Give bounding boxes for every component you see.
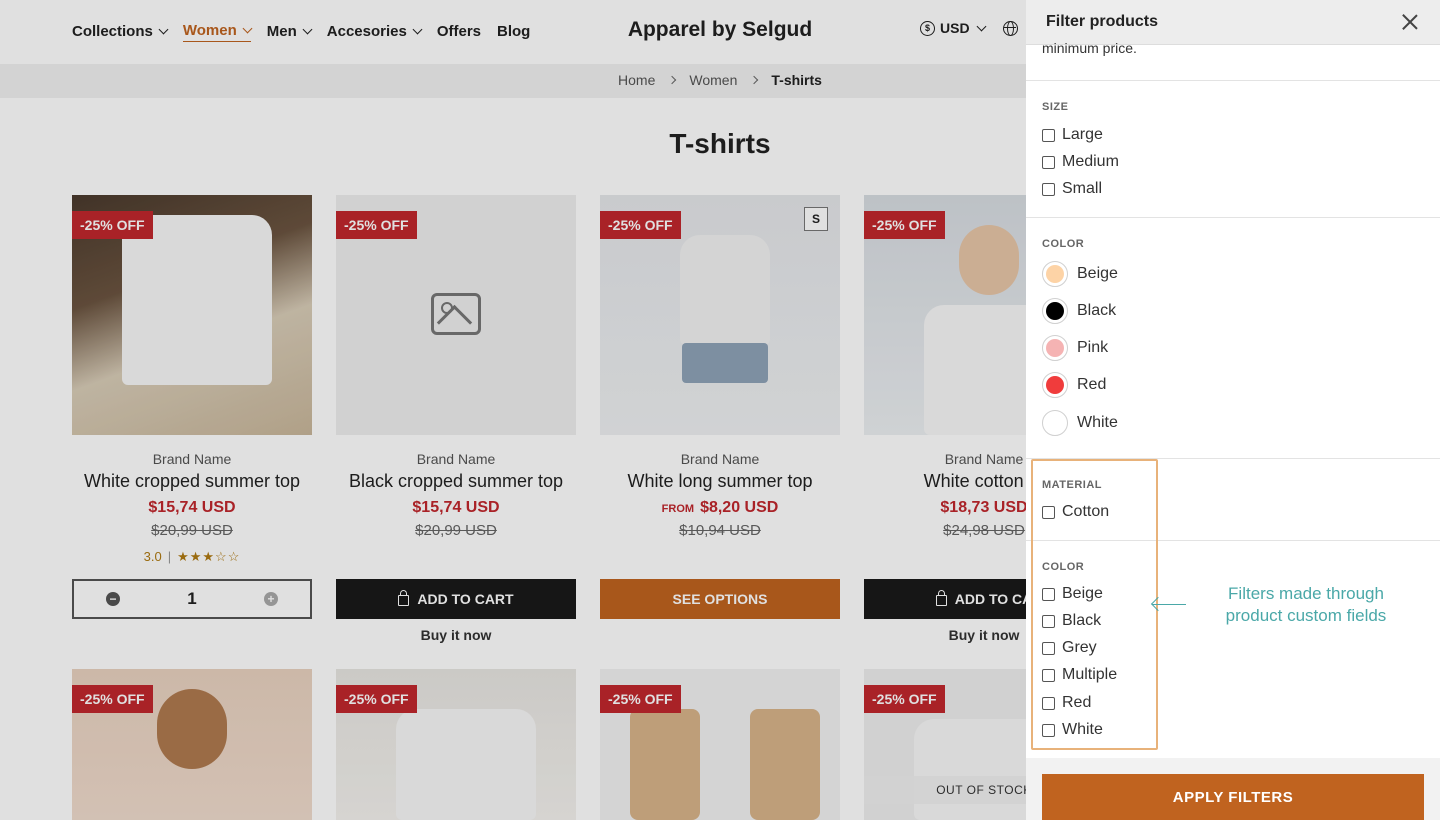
section-title: COLOR [1042,238,1085,250]
annotation-line-1: Filters made through [1228,584,1384,603]
checkbox[interactable] [1042,128,1055,142]
option-label: Large [1062,126,1103,143]
filter-color-red[interactable]: Red [1042,372,1106,398]
section-title: SIZE [1042,101,1069,113]
filter-color-beige[interactable]: Beige [1042,261,1118,287]
filter-color-black[interactable]: Black [1042,298,1116,324]
price-filter-note: minimum price. [1042,40,1137,56]
option-label: Beige [1077,265,1118,282]
close-icon[interactable] [1402,14,1418,30]
swatch-dot [1046,265,1064,283]
option-label: Pink [1077,339,1109,356]
filter-size-small[interactable]: Small [1042,180,1102,198]
drawer-footer: APPLY FILTERS [1026,758,1440,820]
option-label: Medium [1062,153,1119,170]
modal-backdrop[interactable] [0,0,1026,820]
custom-fields-highlight-box [1031,459,1158,750]
drawer-title: Filter products [1046,13,1159,30]
arrow-head [1150,596,1166,612]
arrow-left-icon [1150,596,1186,613]
filter-color-white[interactable]: White [1042,410,1118,436]
color-swatch[interactable] [1042,261,1068,287]
color-swatch-section: COLOR Beige Black Pink Red White [1026,217,1440,458]
filter-color-pink[interactable]: Pink [1042,335,1108,361]
filter-size-large[interactable]: Large [1042,126,1103,144]
swatch-dot [1046,414,1064,432]
checkbox[interactable] [1042,155,1055,169]
size-filter-section: SIZE Large Medium Small [1026,80,1440,217]
option-label: Small [1062,180,1103,197]
option-label: Black [1077,302,1117,319]
color-swatch[interactable] [1042,335,1068,361]
option-label: White [1077,414,1118,431]
swatch-dot [1046,376,1064,394]
annotation-line-2: product custom fields [1225,606,1387,625]
filter-size-medium[interactable]: Medium [1042,153,1119,171]
swatch-dot [1046,339,1064,357]
apply-filters-button[interactable]: APPLY FILTERS [1042,774,1424,820]
option-label: Red [1077,376,1107,393]
drawer-header: Filter products [1026,0,1440,45]
color-swatch[interactable] [1042,372,1068,398]
annotation-text: Filters made through product custom fiel… [1196,583,1416,627]
color-swatch[interactable] [1042,410,1068,436]
checkbox[interactable] [1042,182,1055,196]
color-swatch[interactable] [1042,298,1068,324]
swatch-dot [1046,302,1064,320]
